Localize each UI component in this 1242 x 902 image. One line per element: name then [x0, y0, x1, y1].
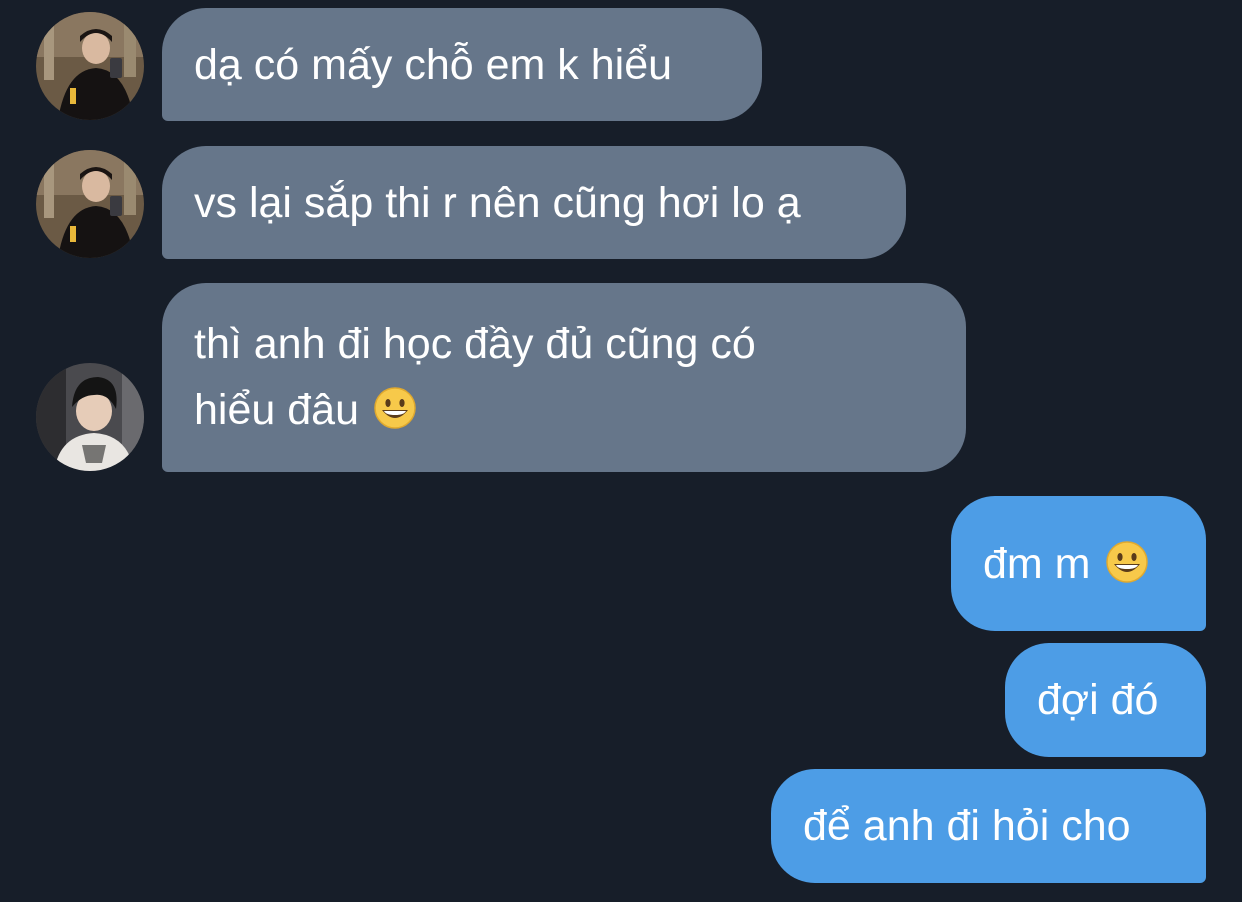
message-text: đm m — [983, 540, 1091, 588]
chat-thread: dạ có mấy chỗ em k hiểu vs lại sắp thi r… — [0, 0, 1242, 902]
message-bubble-incoming[interactable]: vs lại sắp thi r nên cũng hơi lo ạ — [162, 146, 906, 259]
grinning-face-emoji — [373, 386, 417, 430]
avatar-mirror-selfie[interactable] — [36, 150, 144, 258]
grinning-face-emoji — [1105, 540, 1149, 584]
message-bubble-outgoing[interactable]: đm m — [951, 496, 1206, 631]
avatar-dark-hair[interactable] — [36, 363, 144, 471]
message-text: đợi đó — [1037, 676, 1159, 724]
message-text-line: hiểu đâu — [194, 377, 934, 443]
message-text: vs lại sắp thi r nên cũng hơi lo ạ — [194, 179, 801, 227]
avatar-mirror-selfie-image — [36, 150, 144, 258]
message-text-line: thì anh đi học đầy đủ cũng có — [194, 320, 756, 368]
message-bubble-incoming[interactable]: dạ có mấy chỗ em k hiểu — [162, 8, 762, 121]
message-text: hiểu đâu — [194, 386, 359, 434]
message-bubble-outgoing[interactable]: để anh đi hỏi cho — [771, 769, 1206, 883]
message-bubble-incoming[interactable]: thì anh đi học đầy đủ cũng có hiểu đâu — [162, 283, 966, 472]
avatar-mirror-selfie[interactable] — [36, 12, 144, 120]
message-text: dạ có mấy chỗ em k hiểu — [194, 41, 673, 89]
avatar-dark-hair-image — [36, 363, 144, 471]
message-bubble-outgoing[interactable]: đợi đó — [1005, 643, 1206, 757]
message-text: để anh đi hỏi cho — [803, 802, 1131, 850]
avatar-mirror-selfie-image — [36, 12, 144, 120]
